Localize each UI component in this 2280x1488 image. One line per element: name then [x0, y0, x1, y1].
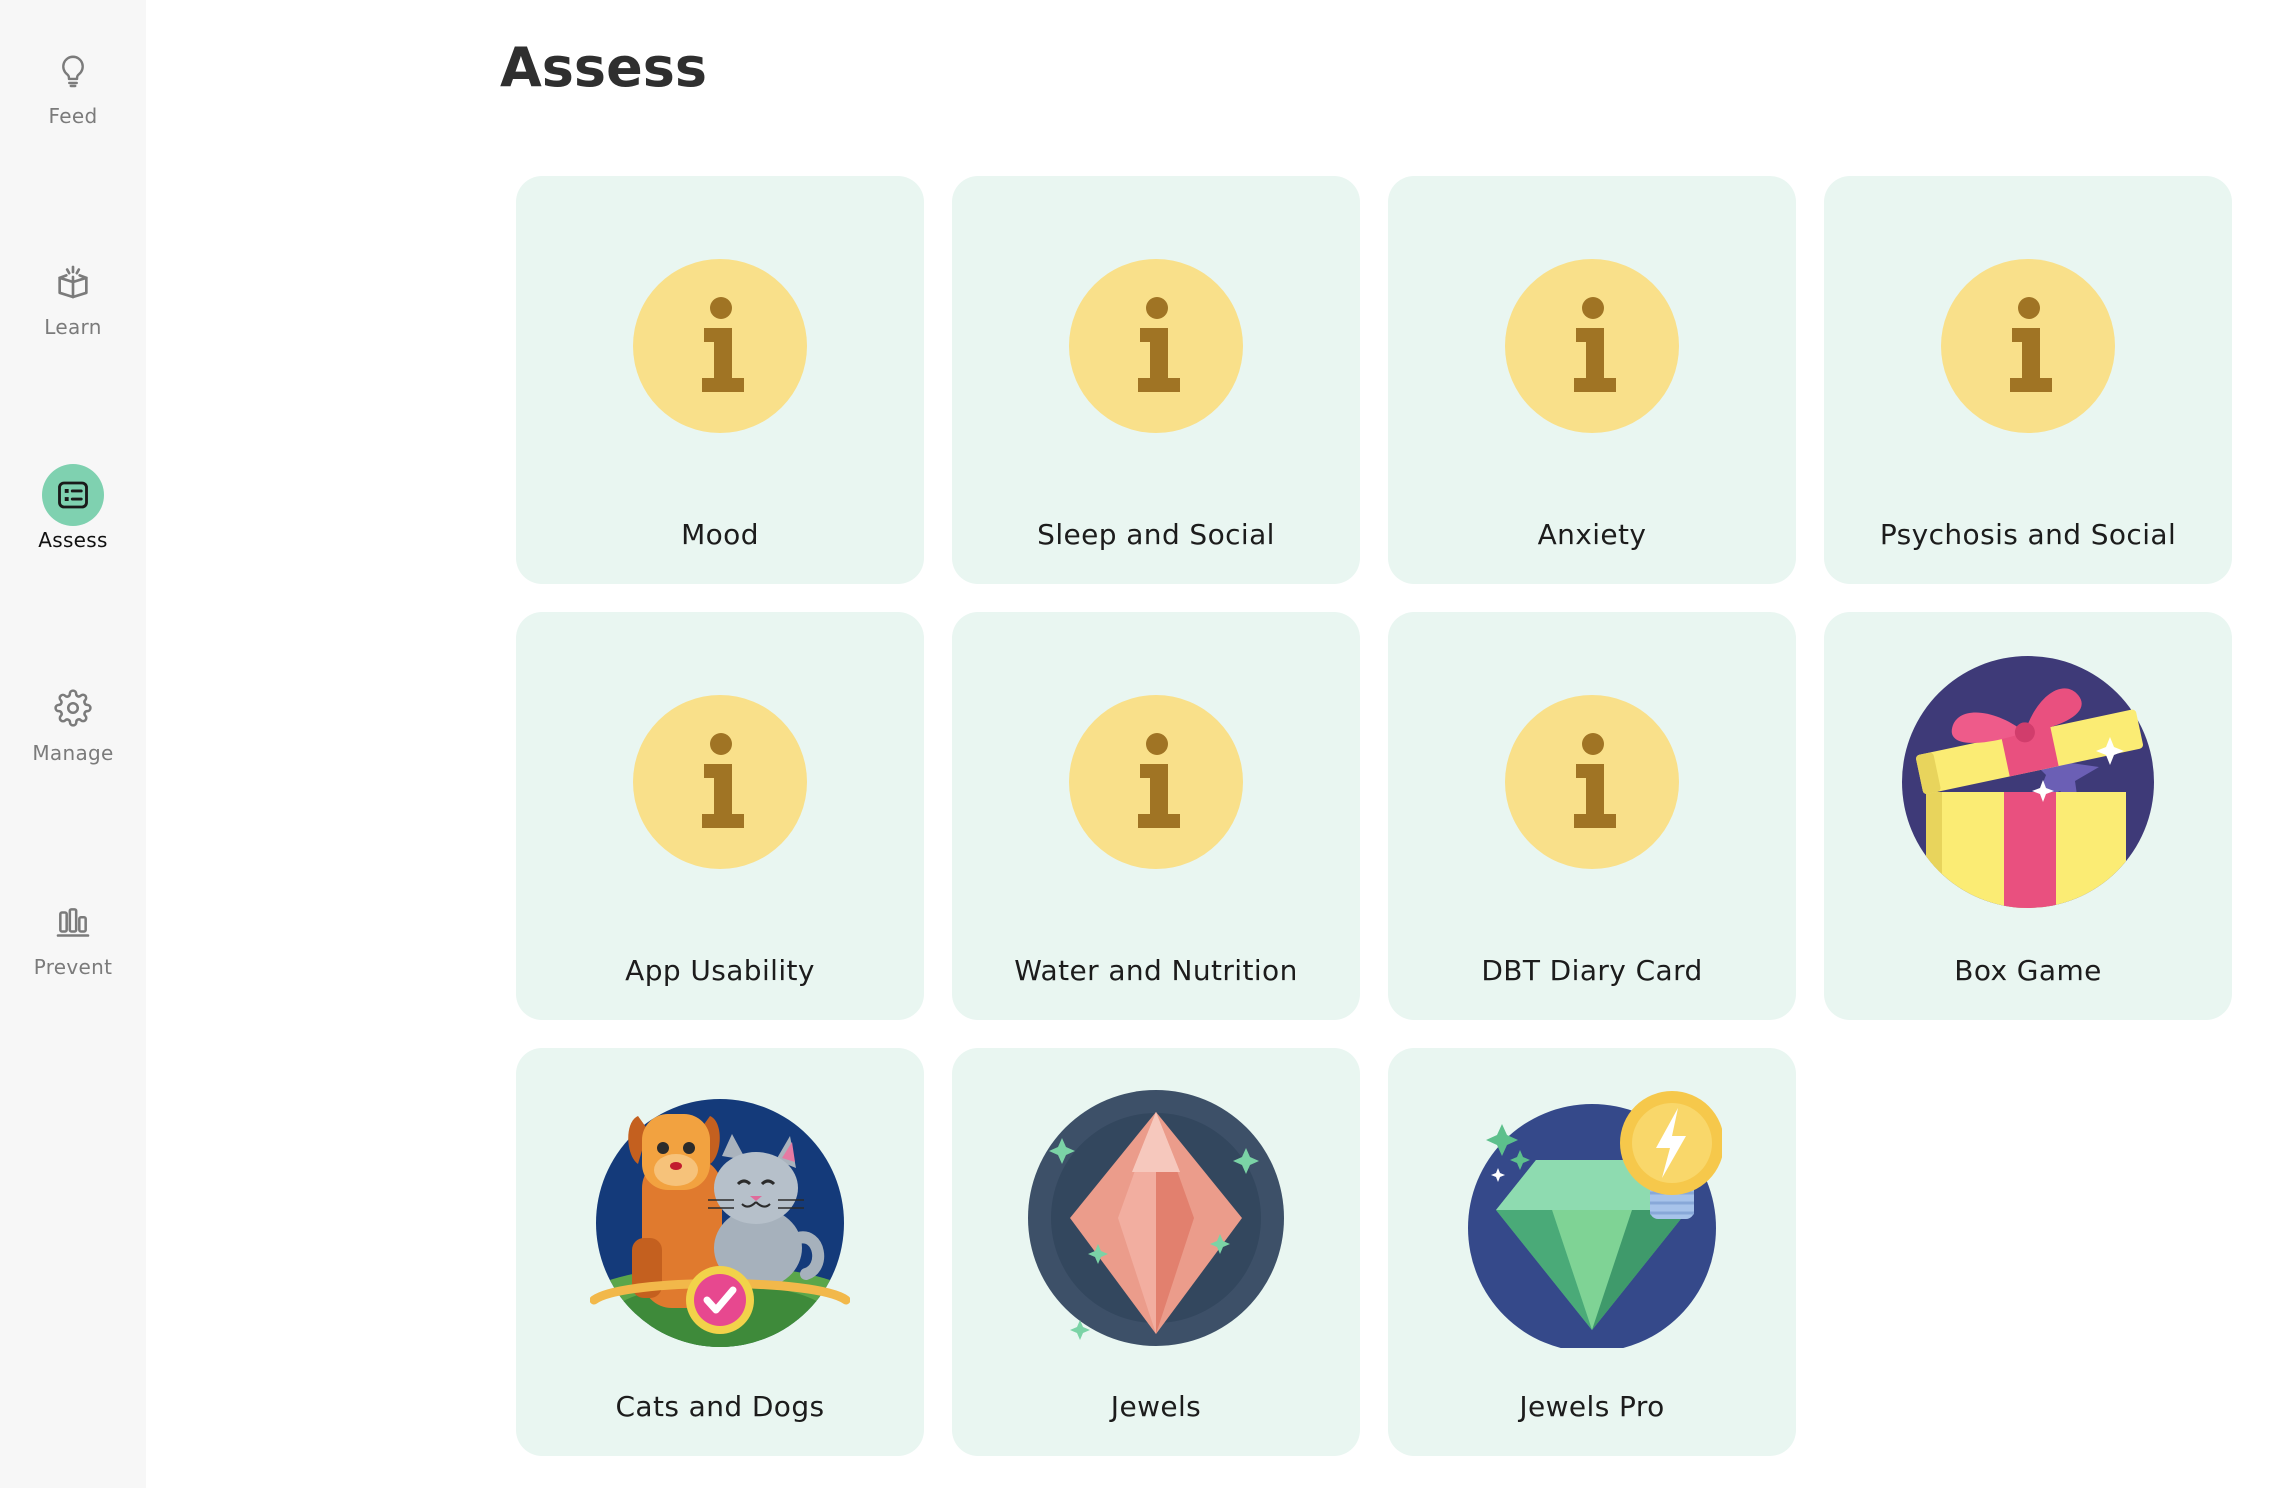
activity-card-anxiety[interactable]: Anxiety [1388, 176, 1796, 584]
info-icon [1898, 216, 2158, 476]
activity-card-jewels[interactable]: Jewels [952, 1048, 1360, 1456]
info-icon [590, 216, 850, 476]
info-icon [590, 652, 850, 912]
sidebar-item-feed[interactable]: Feed [0, 40, 146, 160]
info-icon [1026, 652, 1286, 912]
activity-grid: Mood Sleep and Social Anxiety Psychosis … [516, 176, 2236, 1456]
bar-chart-icon [42, 891, 104, 953]
activity-card-label: DBT Diary Card [1481, 954, 1703, 987]
activity-card-label: Psychosis and Social [1879, 518, 2177, 551]
activity-card-water-and-nutrition[interactable]: Water and Nutrition [952, 612, 1360, 1020]
lightbulb-icon [42, 40, 104, 102]
jewel-icon [1026, 1088, 1286, 1348]
sidebar-item-label: Prevent [33, 955, 113, 979]
info-icon [1462, 216, 1722, 476]
sidebar-item-label: Assess [38, 528, 108, 552]
sidebar-item-prevent[interactable]: Prevent [0, 891, 146, 1011]
activity-card-mood[interactable]: Mood [516, 176, 924, 584]
activity-card-label: Sleep and Social [1037, 518, 1275, 551]
activity-card-app-usability[interactable]: App Usability [516, 612, 924, 1020]
sidebar-item-assess[interactable]: Assess [0, 464, 146, 584]
sidebar-nav: Feed Learn Assess Manage Prevent [0, 0, 146, 1488]
activity-card-box-game[interactable]: Box Game [1824, 612, 2232, 1020]
activity-card-label: Box Game [1954, 954, 2102, 987]
sidebar-item-manage[interactable]: Manage [0, 677, 146, 797]
sidebar-item-label: Learn [44, 315, 102, 339]
activity-card-label: Jewels Pro [1519, 1390, 1665, 1423]
assessment-list-icon [42, 464, 104, 526]
gear-icon [42, 677, 104, 739]
activity-card-label: Mood [681, 518, 759, 551]
activity-card-psychosis-and-social[interactable]: Psychosis and Social [1824, 176, 2232, 584]
sidebar-item-label: Manage [32, 741, 114, 765]
activity-card-cats-and-dogs[interactable]: Cats and Dogs [516, 1048, 924, 1456]
activity-card-label: Anxiety [1537, 518, 1647, 551]
gift-box-icon [1898, 652, 2158, 912]
activity-card-label: Water and Nutrition [1014, 954, 1298, 987]
activity-card-label: App Usability [625, 954, 815, 987]
sidebar-item-learn[interactable]: Learn [0, 251, 146, 371]
info-icon [1462, 652, 1722, 912]
open-book-icon [42, 251, 104, 313]
activity-card-sleep-and-social[interactable]: Sleep and Social [952, 176, 1360, 584]
jewel-pro-icon [1462, 1088, 1722, 1348]
page-title: Assess [500, 36, 707, 99]
activity-card-jewels-pro[interactable]: Jewels Pro [1388, 1048, 1796, 1456]
activity-card-label: Jewels [1110, 1390, 1202, 1423]
activity-card-dbt-diary-card[interactable]: DBT Diary Card [1388, 612, 1796, 1020]
sidebar-item-label: Feed [48, 104, 98, 128]
info-icon [1026, 216, 1286, 476]
activity-card-label: Cats and Dogs [615, 1390, 825, 1423]
cats-and-dogs-icon [590, 1088, 850, 1348]
